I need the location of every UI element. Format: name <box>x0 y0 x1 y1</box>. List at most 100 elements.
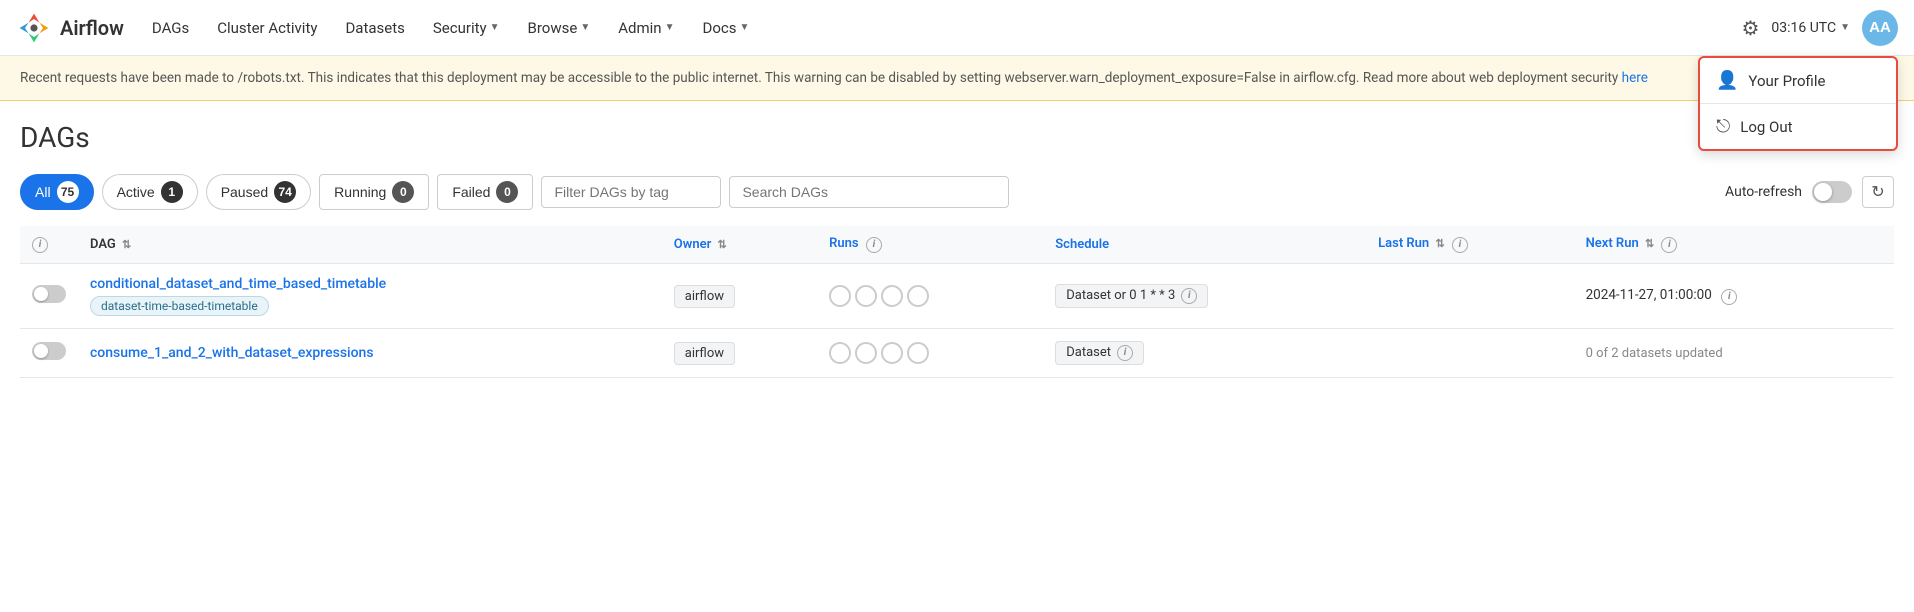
info-icon[interactable]: i <box>1661 237 1677 253</box>
filter-running-button[interactable]: Running 0 <box>319 174 429 210</box>
info-icon[interactable]: i <box>32 237 48 253</box>
nav-docs[interactable]: Docs ▼ <box>690 13 761 43</box>
auto-refresh-label: Auto-refresh <box>1725 184 1802 200</box>
run-circle <box>907 285 929 307</box>
filter-paused-button[interactable]: Paused 74 <box>206 174 311 210</box>
chevron-down-icon: ▼ <box>490 22 500 33</box>
all-count-badge: 75 <box>57 181 79 203</box>
schedule-cell: Dataset or 0 1 * * 3 i <box>1043 263 1366 328</box>
owner-cell: airflow <box>662 328 817 377</box>
filter-all-button[interactable]: All 75 <box>20 174 94 210</box>
dag-name-link[interactable]: conditional_dataset_and_time_based_timet… <box>90 276 386 292</box>
nav-datasets[interactable]: Datasets <box>333 13 416 43</box>
dag-toggle[interactable] <box>32 285 66 303</box>
th-dag[interactable]: DAG ⇅ <box>78 226 662 263</box>
dag-name-cell: conditional_dataset_and_time_based_timet… <box>78 263 662 328</box>
toggle-knob <box>34 344 48 358</box>
toggle-knob <box>34 287 48 301</box>
th-next-run[interactable]: Next Run ⇅ i <box>1574 226 1894 263</box>
run-circles <box>829 285 1031 307</box>
active-count-badge: 1 <box>161 181 183 203</box>
run-circle <box>855 342 877 364</box>
owner-badge: airflow <box>674 285 735 308</box>
run-circle <box>829 342 851 364</box>
info-icon[interactable]: i <box>866 237 882 253</box>
owner-badge: airflow <box>674 342 735 365</box>
run-circle <box>829 285 851 307</box>
refresh-icon: ↻ <box>1871 182 1884 202</box>
main-content: DAGs All 75 Active 1 Paused 74 Running 0… <box>0 101 1914 378</box>
filter-bar-right: Auto-refresh ↻ <box>1725 176 1894 208</box>
next-run-cell: 2024-11-27, 01:00:00 i <box>1574 263 1894 328</box>
navbar: Airflow DAGs Cluster Activity Datasets S… <box>0 0 1914 56</box>
failed-count-badge: 0 <box>496 181 518 203</box>
warning-banner: Recent requests have been made to /robot… <box>0 56 1914 101</box>
gear-icon[interactable]: ⚙ <box>1741 16 1759 40</box>
next-run-pending: 0 of 2 datasets updated <box>1586 346 1723 361</box>
nav-admin[interactable]: Admin ▼ <box>606 13 686 43</box>
logo-text: Airflow <box>60 16 124 40</box>
filter-bar: All 75 Active 1 Paused 74 Running 0 Fail… <box>20 174 1894 210</box>
chevron-down-icon: ▼ <box>580 22 590 33</box>
filter-active-button[interactable]: Active 1 <box>102 174 198 210</box>
th-last-run[interactable]: Last Run ⇅ i <box>1366 226 1573 263</box>
person-icon: 👤 <box>1716 70 1738 91</box>
info-icon[interactable]: i <box>1181 288 1197 304</box>
auto-refresh-toggle[interactable] <box>1812 181 1852 203</box>
sort-icon: ⇅ <box>1435 237 1444 250</box>
th-owner[interactable]: Owner ⇅ <box>662 226 817 263</box>
refresh-button[interactable]: ↻ <box>1862 176 1894 208</box>
nav-browse[interactable]: Browse ▼ <box>516 13 603 43</box>
run-circle <box>907 342 929 364</box>
chevron-down-icon: ▼ <box>739 22 749 33</box>
info-icon[interactable]: i <box>1117 345 1133 361</box>
search-dags-input[interactable] <box>729 176 1009 208</box>
warning-link[interactable]: here <box>1622 70 1648 86</box>
logo[interactable]: Airflow <box>16 10 124 46</box>
logout-item[interactable]: ⎋ Log Out <box>1700 103 1896 149</box>
your-profile-item[interactable]: 👤 Your Profile <box>1700 58 1896 103</box>
last-run-cell <box>1366 328 1573 377</box>
schedule-badge: Dataset i <box>1055 341 1144 365</box>
th-info: i <box>20 226 78 263</box>
table-header-row: i DAG ⇅ Owner ⇅ Runs i Schedule <box>20 226 1894 263</box>
dag-name-cell: consume_1_and_2_with_dataset_expressions <box>78 328 662 377</box>
sort-icon: ⇅ <box>1645 237 1654 250</box>
nav-cluster-activity[interactable]: Cluster Activity <box>205 13 329 43</box>
nav-dags[interactable]: DAGs <box>140 13 201 43</box>
row-toggle-cell <box>20 263 78 328</box>
avatar-button[interactable]: AA <box>1862 10 1898 46</box>
owner-cell: airflow <box>662 263 817 328</box>
page-title: DAGs <box>20 121 1894 154</box>
sort-icon: ⇅ <box>122 238 131 251</box>
toggle-knob <box>1814 183 1832 201</box>
nav-security[interactable]: Security ▼ <box>421 13 512 43</box>
nav-menu: DAGs Cluster Activity Datasets Security … <box>140 13 1734 43</box>
th-runs[interactable]: Runs i <box>817 226 1043 263</box>
run-circle <box>855 285 877 307</box>
dags-table: i DAG ⇅ Owner ⇅ Runs i Schedule <box>20 226 1894 378</box>
chevron-down-icon: ▼ <box>665 22 675 33</box>
running-count-badge: 0 <box>392 181 414 203</box>
next-run-cell: 0 of 2 datasets updated <box>1574 328 1894 377</box>
run-circles <box>829 342 1031 364</box>
th-schedule: Schedule <box>1043 226 1366 263</box>
chevron-down-icon: ▼ <box>1840 22 1850 33</box>
last-run-cell <box>1366 263 1573 328</box>
next-run-value: 2024-11-27, 01:00:00 <box>1586 287 1712 303</box>
paused-count-badge: 74 <box>274 181 296 203</box>
tag-filter-input[interactable] <box>541 176 721 208</box>
user-dropdown-menu: 👤 Your Profile ⎋ Log Out <box>1698 56 1898 151</box>
table-row: conditional_dataset_and_time_based_timet… <box>20 263 1894 328</box>
runs-cell <box>817 328 1043 377</box>
info-icon[interactable]: i <box>1452 237 1468 253</box>
schedule-cell: Dataset i <box>1043 328 1366 377</box>
run-circle <box>881 285 903 307</box>
runs-cell <box>817 263 1043 328</box>
time-display[interactable]: 03:16 UTC ▼ <box>1771 20 1850 36</box>
dag-toggle[interactable] <box>32 342 66 360</box>
dag-name-link[interactable]: consume_1_and_2_with_dataset_expressions <box>90 345 374 361</box>
info-icon[interactable]: i <box>1721 289 1737 305</box>
filter-failed-button[interactable]: Failed 0 <box>437 174 533 210</box>
dag-tag-badge: dataset-time-based-timetable <box>90 296 269 316</box>
